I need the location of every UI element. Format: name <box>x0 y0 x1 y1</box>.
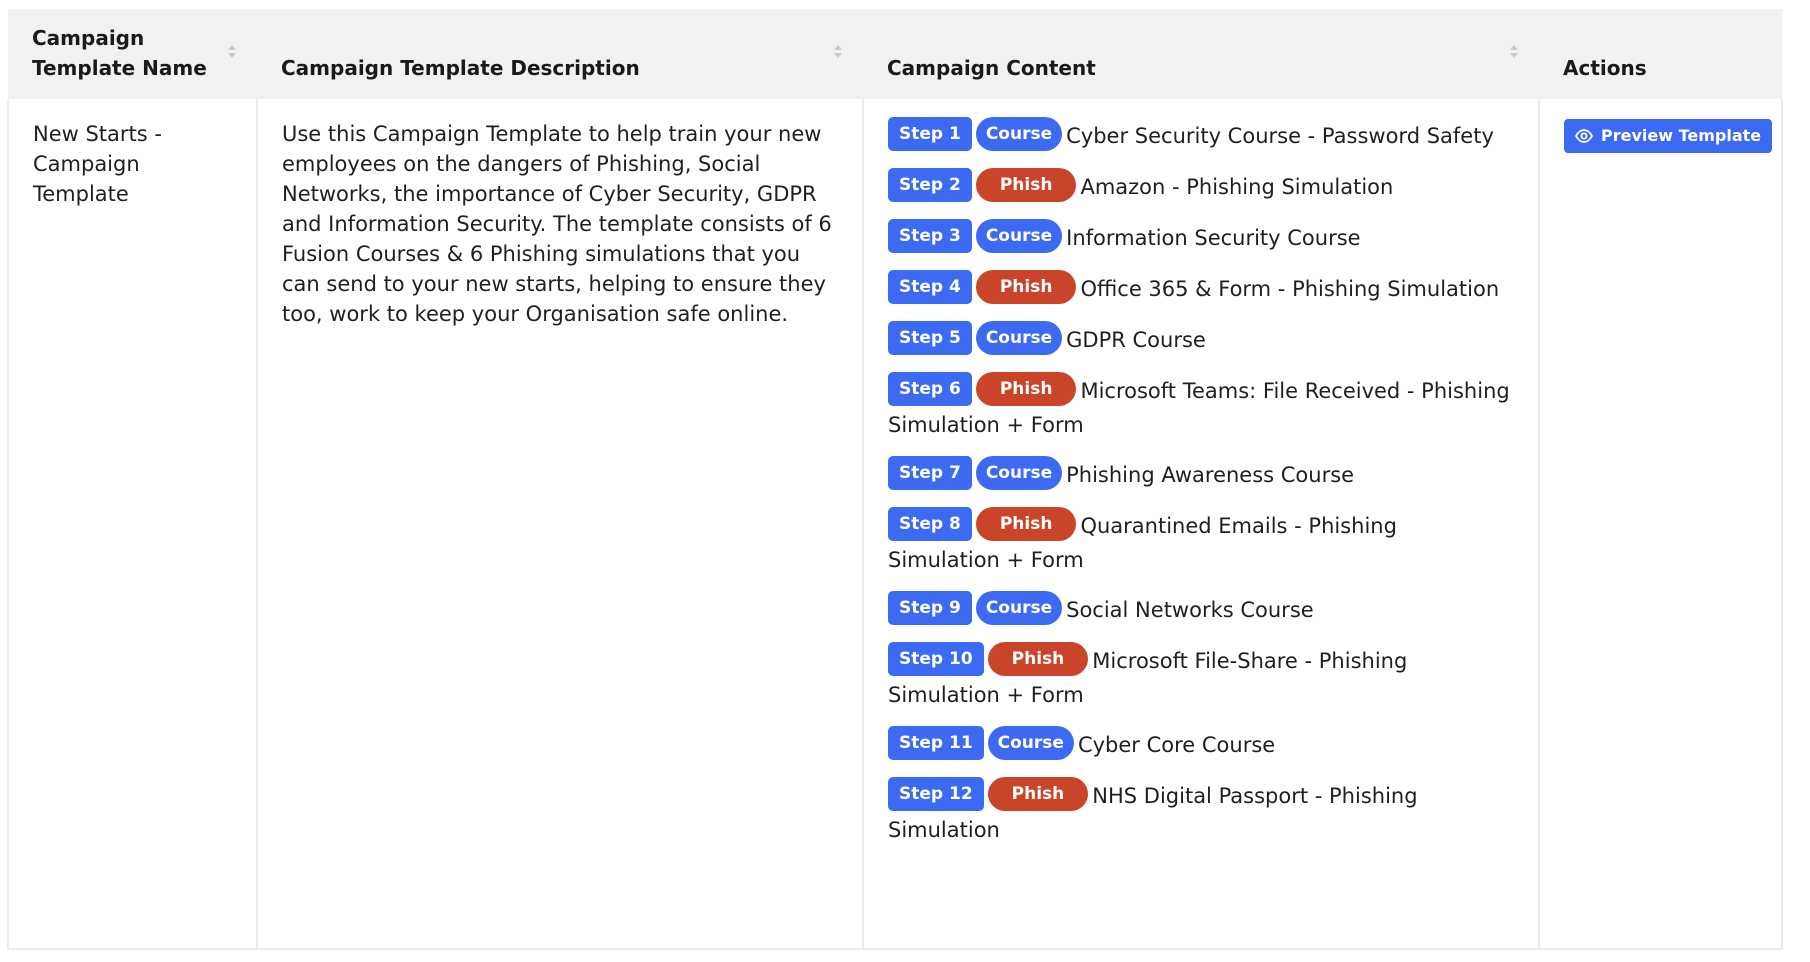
table-header: Campaign Template Name Campaign Template… <box>8 9 1782 99</box>
campaign-step-item: Step 12 Phish NHS Digital Passport - Phish… <box>888 777 1514 846</box>
step-title: Information Security Course <box>1066 226 1361 250</box>
step-number-badge: Step 1 <box>888 117 972 151</box>
column-header-name[interactable]: Campaign Template Name <box>8 9 257 99</box>
phish-type-badge: Phish <box>975 270 1077 304</box>
step-title: GDPR Course <box>1066 328 1206 352</box>
campaign-templates-table-container: Campaign Template Name Campaign Template… <box>7 9 1783 962</box>
column-header-description-label: Campaign Template Description <box>281 56 640 80</box>
step-title: Social Networks Course <box>1066 598 1314 622</box>
campaign-step-item: Step 5 Course GDPR Course <box>888 321 1514 357</box>
campaign-step-item: Step 2 Phish Amazon - Phishing Simulation <box>888 168 1514 204</box>
phish-type-badge: Phish <box>975 372 1077 406</box>
campaign-step-list: Step 1 Course Cyber Security Course - Pass… <box>888 117 1514 846</box>
cell-template-name: New Starts - Campaign Template <box>7 99 257 950</box>
campaign-step-item: Step 7 Course Phishing Awareness Course <box>888 456 1514 492</box>
column-header-name-label: Campaign Template Name <box>32 26 207 80</box>
step-number-badge: Step 9 <box>888 591 972 625</box>
table-header-row: Campaign Template Name Campaign Template… <box>8 9 1782 99</box>
step-title: Amazon - Phishing Simulation <box>1080 175 1394 199</box>
preview-template-label: Preview Template <box>1601 126 1762 145</box>
step-title: Phishing Awareness Course <box>1066 463 1355 487</box>
sort-icon[interactable] <box>1509 45 1519 69</box>
course-type-badge: Course <box>987 726 1074 760</box>
step-number-badge: Step 4 <box>888 270 972 304</box>
course-type-badge: Course <box>975 591 1063 625</box>
phish-type-badge: Phish <box>975 507 1077 541</box>
template-description: Use this Campaign Template to help train… <box>282 122 832 326</box>
column-header-content[interactable]: Campaign Content <box>863 9 1539 99</box>
sort-icon[interactable] <box>833 45 843 69</box>
step-number-badge: Step 5 <box>888 321 972 355</box>
step-number-badge: Step 10 <box>888 642 984 676</box>
preview-template-button[interactable]: Preview Template <box>1564 119 1773 153</box>
campaign-step-item: Step 9 Course Social Networks Course <box>888 591 1514 627</box>
phish-type-badge: Phish <box>987 777 1089 811</box>
phish-type-badge: Phish <box>987 642 1089 676</box>
campaign-step-item: Step 3 Course Information Security Course <box>888 219 1514 255</box>
step-number-badge: Step 11 <box>888 726 984 760</box>
campaign-step-item: Step 6 Phish Microsoft Teams: File Receive… <box>888 372 1514 441</box>
step-number-badge: Step 8 <box>888 507 972 541</box>
sort-icon[interactable] <box>227 45 237 69</box>
cell-template-description: Use this Campaign Template to help train… <box>256 99 863 950</box>
step-number-badge: Step 12 <box>888 777 984 811</box>
column-header-actions: Actions <box>1539 9 1782 99</box>
step-number-badge: Step 2 <box>888 168 972 202</box>
column-header-content-label: Campaign Content <box>887 56 1096 80</box>
campaign-step-item: Step 10 Phish Microsoft File-Share - Phish… <box>888 642 1514 711</box>
eye-icon <box>1575 129 1593 143</box>
course-type-badge: Course <box>975 219 1063 253</box>
phish-type-badge: Phish <box>975 168 1077 202</box>
column-header-description[interactable]: Campaign Template Description <box>257 9 863 99</box>
step-number-badge: Step 3 <box>888 219 972 253</box>
campaign-step-item: Step 4 Phish Office 365 & Form - Phishing … <box>888 270 1514 306</box>
course-type-badge: Course <box>975 321 1063 355</box>
campaign-step-item: Step 8 Phish Quarantined Emails - Phishing… <box>888 507 1514 576</box>
step-title: Office 365 & Form - Phishing Simulation <box>1080 277 1500 301</box>
course-type-badge: Course <box>975 117 1063 151</box>
column-header-actions-label: Actions <box>1563 56 1647 80</box>
step-number-badge: Step 7 <box>888 456 972 490</box>
cell-actions: Preview Template <box>1538 99 1783 950</box>
step-number-badge: Step 6 <box>888 372 972 406</box>
template-name: New Starts - Campaign Template <box>33 122 162 206</box>
table-row: New Starts - Campaign Template Use this … <box>7 99 1783 950</box>
campaign-templates-table: Campaign Template Name Campaign Template… <box>7 9 1783 950</box>
campaign-step-item: Step 11 Course Cyber Core Course <box>888 726 1514 762</box>
cell-campaign-content: Step 1 Course Cyber Security Course - Pass… <box>862 99 1539 950</box>
course-type-badge: Course <box>975 456 1063 490</box>
step-title: Cyber Security Course - Password Safety <box>1066 124 1494 148</box>
campaign-step-item: Step 1 Course Cyber Security Course - Pass… <box>888 117 1514 153</box>
step-title: Cyber Core Course <box>1077 733 1276 757</box>
